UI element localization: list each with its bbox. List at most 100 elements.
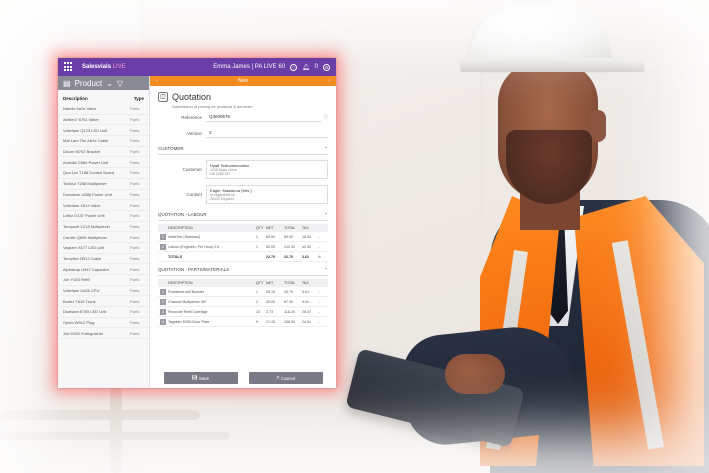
list-item[interactable]: Dlcom M702 Bracket Parts — [58, 147, 149, 158]
row-total: 118.20 — [284, 309, 295, 314]
list-item[interactable]: Opelo W912 Plug Parts — [58, 318, 149, 329]
labour-section-header[interactable]: QUOTATION - LABOUR ⌃ — [158, 212, 328, 221]
chevron-down-icon[interactable]: ⌄ — [318, 245, 326, 249]
chevron-down-icon[interactable]: ⌄ — [318, 290, 326, 294]
list-item[interactable]: Domainer U886 Power Unit Parts — [58, 190, 149, 201]
row-tax: 42.00 — [302, 244, 311, 249]
col-total: TOTAL — [284, 226, 296, 230]
chevron-up-icon[interactable]: ⌃ — [324, 267, 328, 273]
list-item[interactable]: Aerflex7 6761 Valve Parts — [58, 115, 149, 126]
product-type: Parts — [130, 202, 140, 208]
list-item[interactable]: Vagram X677 LED Unit Parts — [58, 243, 149, 254]
list-item[interactable]: Bodex T616 Trunk Parts — [58, 296, 149, 308]
notification-count: 0 — [314, 64, 318, 70]
labour-totals-row: TOTALS 22.70 22.70 3.61 ⊕ — [158, 252, 328, 262]
product-type: Parts — [130, 330, 140, 336]
product-rows: Namfix 9a1e Valve Parts Aerflex7 6761 Valv… — [58, 104, 149, 340]
reference-row: Reference Q3e00576 ⓘ — [150, 109, 336, 125]
table-row[interactable]: 1 Initial fee (Standard) 1 80.00 80.00 18.00 ⌄ — [158, 232, 328, 242]
version-field[interactable]: 2 — [206, 128, 328, 138]
product-type: Parts — [130, 277, 140, 283]
product-type: Parts — [130, 138, 140, 144]
row-net: 80.00 — [266, 234, 275, 239]
col-qty: QTY — [256, 281, 264, 285]
list-item[interactable]: Tempflex R512 Cable Parts — [58, 254, 149, 265]
document-icon: ◫ — [158, 92, 168, 102]
version-row: Version 2 — [150, 125, 336, 141]
save-button[interactable]: 💾︎ Save — [163, 372, 238, 384]
filter-icon[interactable]: ▽ — [117, 79, 123, 88]
list-item[interactable]: Dualsam E765 LED Unit Parts — [58, 307, 149, 318]
chevron-down-icon[interactable]: ⌄ — [106, 79, 113, 88]
table-row[interactable]: 4 Tagester D050 Door Plate 9 17.43 158.00 24.… — [158, 317, 328, 327]
row-description: Labour (Engineer, Per Hour) 2.5 — [168, 244, 220, 249]
list-item[interactable]: Volteliam Q123 LED Unit Parts — [58, 125, 149, 137]
row-number: 4 — [160, 318, 166, 325]
chevron-up-icon[interactable]: ⌃ — [324, 146, 328, 152]
form-footer: 💾︎ Save ✕ Cancel — [150, 372, 336, 384]
customer-section-header[interactable]: CUSTOMER ⌃ — [158, 146, 328, 155]
list-item[interactable]: Volteliam X514 Valve Parts — [58, 200, 149, 211]
column-description[interactable]: Description — [63, 96, 134, 101]
list-item[interactable]: Mat Lam Tier A81e Cable Parts — [58, 136, 149, 147]
row-net: 33.00 — [266, 299, 275, 304]
product-list-header: ▤ Product ⌄ ▽ — [58, 76, 149, 90]
user-label[interactable]: Emma James | PA LIVE 60 — [213, 64, 285, 70]
background-pipe — [0, 432, 230, 440]
contact-label: Contact — [186, 192, 202, 197]
list-item[interactable]: Alphatrap U947 Capacitor Parts — [58, 264, 149, 275]
list-item[interactable]: Ambdia G58e Power Unit Parts — [58, 157, 149, 169]
add-icon[interactable]: ⊕ — [318, 255, 326, 259]
list-item[interactable]: Cardfix Q898 Multiplexer Parts — [58, 232, 149, 243]
product-view-selector[interactable]: Product — [75, 79, 103, 88]
list-item[interactable]: Lottur D137 Power Unit Parts — [58, 211, 149, 222]
cancel-button[interactable]: ✕ Cancel — [248, 372, 323, 384]
col-tax: TAX — [302, 281, 309, 285]
version-label: Version — [186, 130, 202, 136]
info-icon[interactable]: ⓘ — [324, 114, 329, 120]
contact-lookup[interactable]: Eagle, Madalena (Mrs.) m.eagle@htt.uk 26… — [206, 185, 328, 204]
customer-lookup[interactable]: Hyatt Telecoms/cation 1238 Major Drive U… — [206, 160, 328, 179]
product-type: Parts — [130, 223, 140, 229]
product-description: Lottur D137 Power Unit — [63, 213, 105, 219]
list-item[interactable]: Tonbiur T258 Multiplexer Parts — [58, 179, 149, 190]
row-total: 210.00 — [284, 244, 295, 249]
cancel-label: Cancel — [281, 375, 296, 381]
product-list-pane: ▤ Product ⌄ ▽ Description Type Namfix 9a… — [58, 76, 150, 388]
list-item[interactable]: Qua Lux T168 Control Board Parts — [58, 168, 149, 179]
table-row[interactable]: 3 Recorder Refill Cartridge 10 2.73 118.20 26… — [158, 307, 328, 317]
list-item[interactable]: Job Y163 Refill Parts — [58, 275, 149, 286]
product-description: Opelo W912 Plug — [63, 320, 95, 326]
forward-arrow-icon[interactable]: › — [328, 78, 330, 84]
chevron-down-icon[interactable]: ⌄ — [318, 235, 326, 239]
help-icon[interactable]: ? — [290, 63, 298, 71]
chevron-up-icon[interactable]: ⌃ — [324, 212, 328, 218]
chevron-down-icon[interactable]: ⌄ — [318, 300, 326, 304]
product-description: Dlcom M702 Bracket — [63, 149, 101, 155]
col-net: NET — [266, 226, 274, 230]
list-item[interactable]: Volteliam U626 CPU Parts — [58, 286, 149, 297]
settings-icon[interactable]: ⚙ — [323, 63, 330, 71]
reference-field[interactable]: Q3e00576 — [206, 112, 321, 122]
chevron-down-icon[interactable]: ⌄ — [318, 320, 326, 324]
app-launcher-icon[interactable] — [64, 62, 74, 72]
chevron-down-icon[interactable]: ⌄ — [318, 310, 326, 314]
column-type[interactable]: Type — [134, 96, 144, 101]
product-description: Tempflex R512 Cable — [63, 255, 102, 261]
row-net: 17.43 — [266, 319, 275, 324]
list-item[interactable]: Namfix 9a1e Valve Parts — [58, 104, 149, 115]
table-row[interactable]: 2 Channel Multiplexer 987 2 33.00 87.00 5.61 ⌄ — [158, 297, 328, 307]
top-bar: Salesvials LIVE Emma James | PA LIVE 60 … — [58, 58, 336, 76]
parts-section-header[interactable]: QUOTATION - PARTS/MATERIALS ⌃ — [158, 267, 328, 276]
bell-icon[interactable]: 🔔︎ — [302, 64, 310, 71]
labour-section-title: QUOTATION - LABOUR — [158, 212, 207, 217]
table-row[interactable]: 2 Labour (Engineer, Per Hour) 2.5 1 80.00 21… — [158, 242, 328, 252]
list-item[interactable]: Tempsoft V218 Multiplexer Parts — [58, 222, 149, 233]
product-description: Volteliam Q123 LED Unit — [63, 127, 108, 133]
table-row[interactable]: 1 Flowsheet still Booster 1 25.10 43.70 5.61 ⌄ — [158, 287, 328, 297]
parts-rows: 1 Flowsheet still Booster 1 25.10 43.70 5.61 ⌄… — [158, 287, 328, 327]
row-tax: 24.51 — [302, 319, 311, 324]
construction-worker — [340, 0, 709, 473]
list-item[interactable]: Job D592 Extinguisher Parts — [58, 328, 149, 340]
labour-table: DESCRIPTION QTY NET TOTAL TAX 1 Initial f… — [158, 224, 328, 262]
